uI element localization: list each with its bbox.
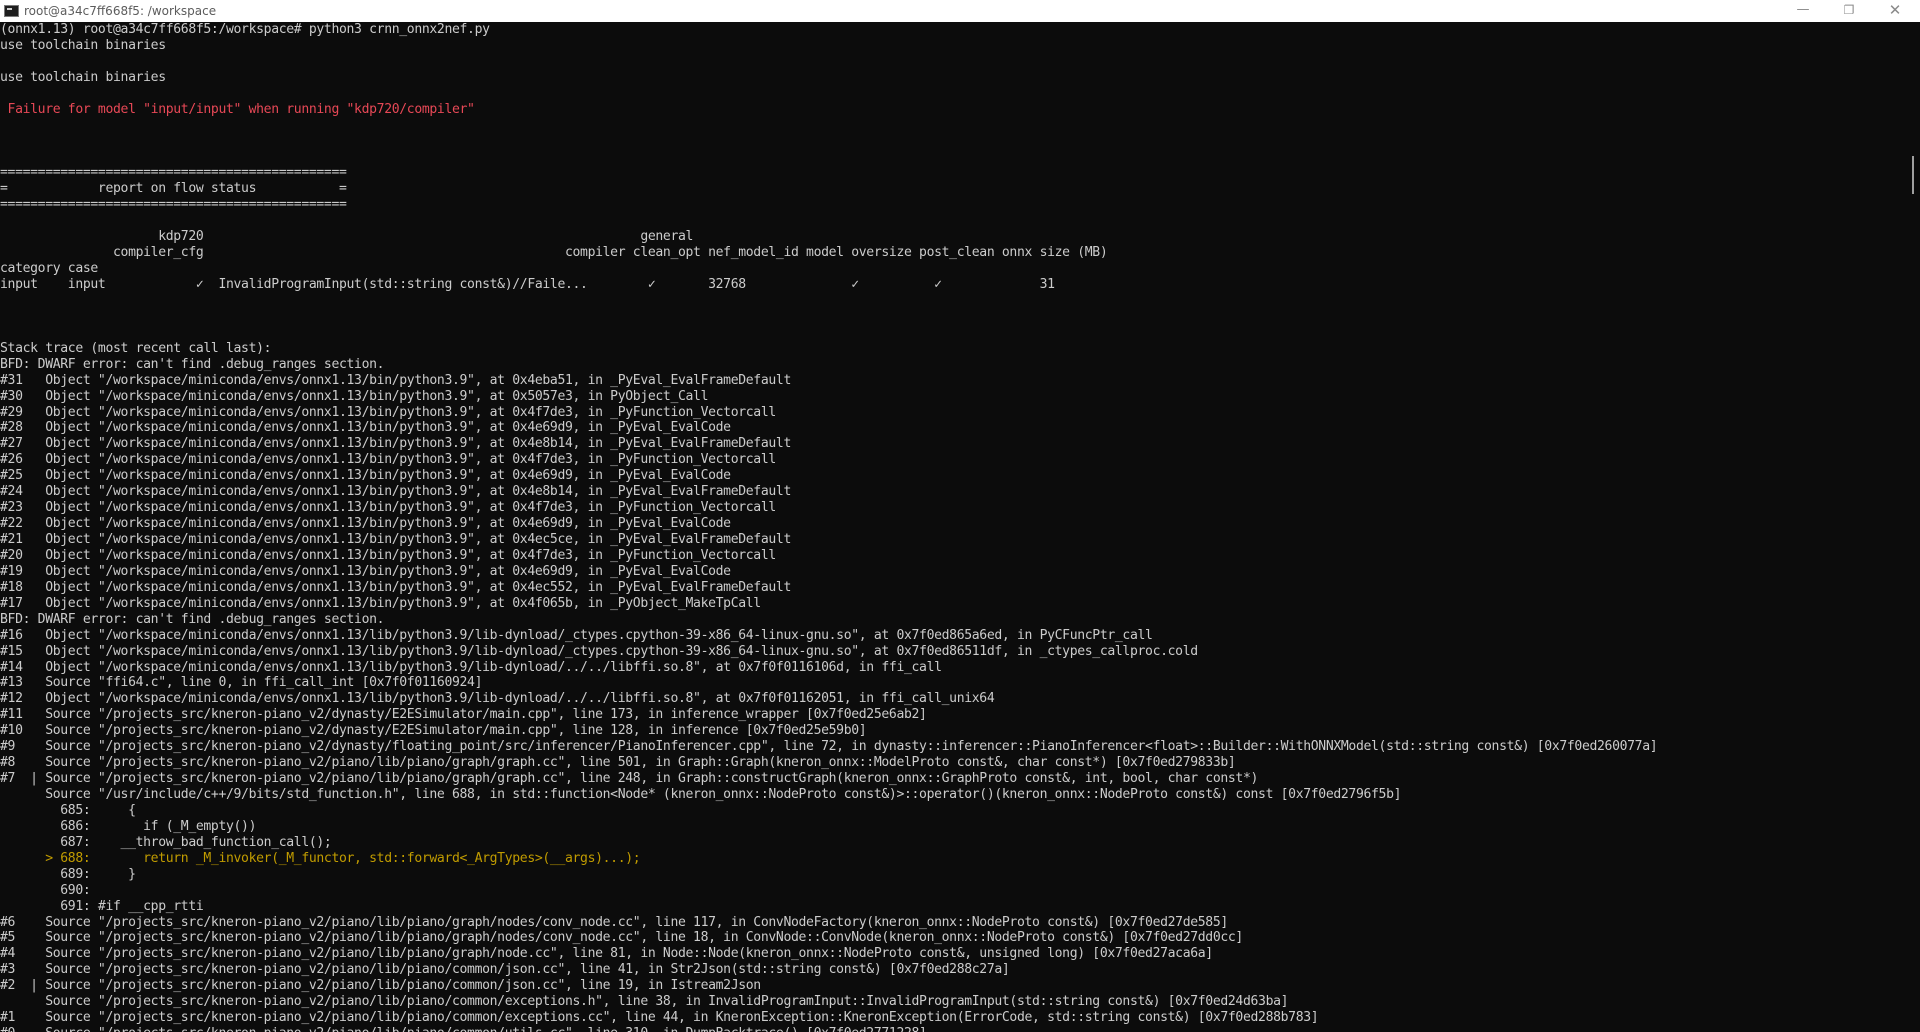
terminal-line: #19 Object "/workspace/miniconda/envs/on…	[0, 563, 731, 579]
terminal-line: #27 Object "/workspace/miniconda/envs/on…	[0, 436, 791, 452]
minimize-button[interactable]: —	[1780, 0, 1826, 22]
terminal-line: #18 Object "/workspace/miniconda/envs/on…	[0, 579, 791, 595]
terminal-line: #13 Source "ffi64.c", line 0, in ffi_cal…	[0, 675, 483, 691]
terminal-line: #0 Source "/projects_src/kneron-piano_v2…	[0, 1026, 1910, 1032]
terminal-line: Stack trace (most recent call last):	[0, 340, 272, 356]
terminal-line: 691: #if __cpp_rtti	[0, 898, 204, 914]
terminal-line: #25 Object "/workspace/miniconda/envs/on…	[0, 468, 731, 484]
terminal-line: #21 Object "/workspace/miniconda/envs/on…	[0, 532, 791, 547]
terminal-line: #9 Source "/projects_src/kneron-piano_v2…	[0, 739, 1658, 755]
terminal-line: 686: if (_M_empty())	[0, 818, 257, 834]
terminal-line: #23 Object "/workspace/miniconda/envs/on…	[0, 500, 776, 516]
vertical-scrollbar[interactable]	[1910, 22, 1920, 1032]
terminal-line: use toolchain binaries	[0, 69, 166, 85]
terminal-line: #16 Object "/workspace/miniconda/envs/on…	[0, 627, 1153, 643]
terminal-line: #6 Source "/projects_src/kneron-piano_v2…	[0, 914, 1228, 930]
terminal-line: BFD: DWARF error: can't find .debug_rang…	[0, 356, 385, 372]
terminal-line: = report on flow status =	[0, 181, 347, 197]
close-button[interactable]: ✕	[1872, 0, 1918, 22]
terminal-text: (onnx1.13) root@a34c7ff668f5:/workspace#…	[0, 22, 1910, 1032]
terminal-line: 690:	[0, 882, 91, 898]
terminal-line: #11 Source "/projects_src/kneron-piano_v…	[0, 707, 927, 723]
terminal-line: (onnx1.13) root@a34c7ff668f5:/workspace#…	[0, 22, 490, 37]
maximize-button[interactable]: ❐	[1826, 0, 1872, 22]
terminal-line: #26 Object "/workspace/miniconda/envs/on…	[0, 452, 776, 468]
terminal-line: #14 Object "/workspace/miniconda/envs/on…	[0, 659, 942, 675]
terminal-line: ========================================…	[0, 197, 347, 213]
terminal-line: #30 Object "/workspace/miniconda/envs/on…	[0, 388, 709, 404]
terminal-line: BFD: DWARF error: can't find .debug_rang…	[0, 611, 385, 627]
terminal-line: #1 Source "/projects_src/kneron-piano_v2…	[0, 1010, 1319, 1026]
terminal-line: 689: }	[0, 866, 136, 882]
terminal-line: compiler_cfg compiler clean_opt nef_mode…	[0, 245, 1108, 261]
terminal-line: #24 Object "/workspace/miniconda/envs/on…	[0, 484, 791, 500]
terminal-line: input input ✓ InvalidProgramInput(std::s…	[0, 277, 1055, 292]
terminal-line: Source "/projects_src/kneron-piano_v2/pi…	[0, 994, 1289, 1010]
terminal-line: #22 Object "/workspace/miniconda/envs/on…	[0, 516, 731, 532]
terminal-line: Source "/usr/include/c++/9/bits/std_func…	[0, 787, 1402, 802]
terminal-line: #10 Source "/projects_src/kneron-piano_v…	[0, 723, 867, 739]
terminal-line: use toolchain binaries	[0, 37, 166, 53]
terminal-line: category case	[0, 261, 98, 277]
terminal-line: #3 Source "/projects_src/kneron-piano_v2…	[0, 962, 1010, 978]
terminal-line: #17 Object "/workspace/miniconda/envs/on…	[0, 595, 761, 611]
scrollbar-thumb[interactable]	[1912, 156, 1914, 194]
terminal-line: #15 Object "/workspace/miniconda/envs/on…	[0, 643, 1198, 659]
terminal-line: Failure for model "input/input" when run…	[0, 101, 475, 117]
window-title: root@a34c7ff668f5: /workspace	[24, 4, 217, 18]
terminal-line: #31 Object "/workspace/miniconda/envs/on…	[0, 372, 791, 388]
terminal-line: #7 | Source "/projects_src/kneron-piano_…	[0, 771, 1259, 787]
terminal-line: #2 | Source "/projects_src/kneron-piano_…	[0, 978, 761, 994]
terminal-line: #8 Source "/projects_src/kneron-piano_v2…	[0, 755, 1236, 771]
terminal-line: kdp720 general	[0, 229, 694, 245]
title-bar[interactable]: root@a34c7ff668f5: /workspace — ❐ ✕	[0, 0, 1920, 22]
terminal-line: ========================================…	[0, 165, 347, 181]
terminal-line: 685: {	[0, 802, 136, 818]
terminal-line: #28 Object "/workspace/miniconda/envs/on…	[0, 420, 731, 436]
terminal-line: #12 Object "/workspace/miniconda/envs/on…	[0, 691, 995, 707]
console-output[interactable]: (onnx1.13) root@a34c7ff668f5:/workspace#…	[0, 22, 1910, 1032]
terminal-line: #4 Source "/projects_src/kneron-piano_v2…	[0, 946, 1213, 962]
console-icon	[4, 5, 19, 17]
terminal-window: root@a34c7ff668f5: /workspace — ❐ ✕ (onn…	[0, 0, 1920, 1032]
terminal-line: > 688: return _M_invoker(_M_functor, std…	[0, 850, 641, 866]
terminal-line: #29 Object "/workspace/miniconda/envs/on…	[0, 404, 776, 420]
terminal-line: #20 Object "/workspace/miniconda/envs/on…	[0, 547, 776, 563]
terminal-line: #5 Source "/projects_src/kneron-piano_v2…	[0, 930, 1243, 946]
terminal-line: 687: __throw_bad_function_call();	[0, 834, 332, 850]
